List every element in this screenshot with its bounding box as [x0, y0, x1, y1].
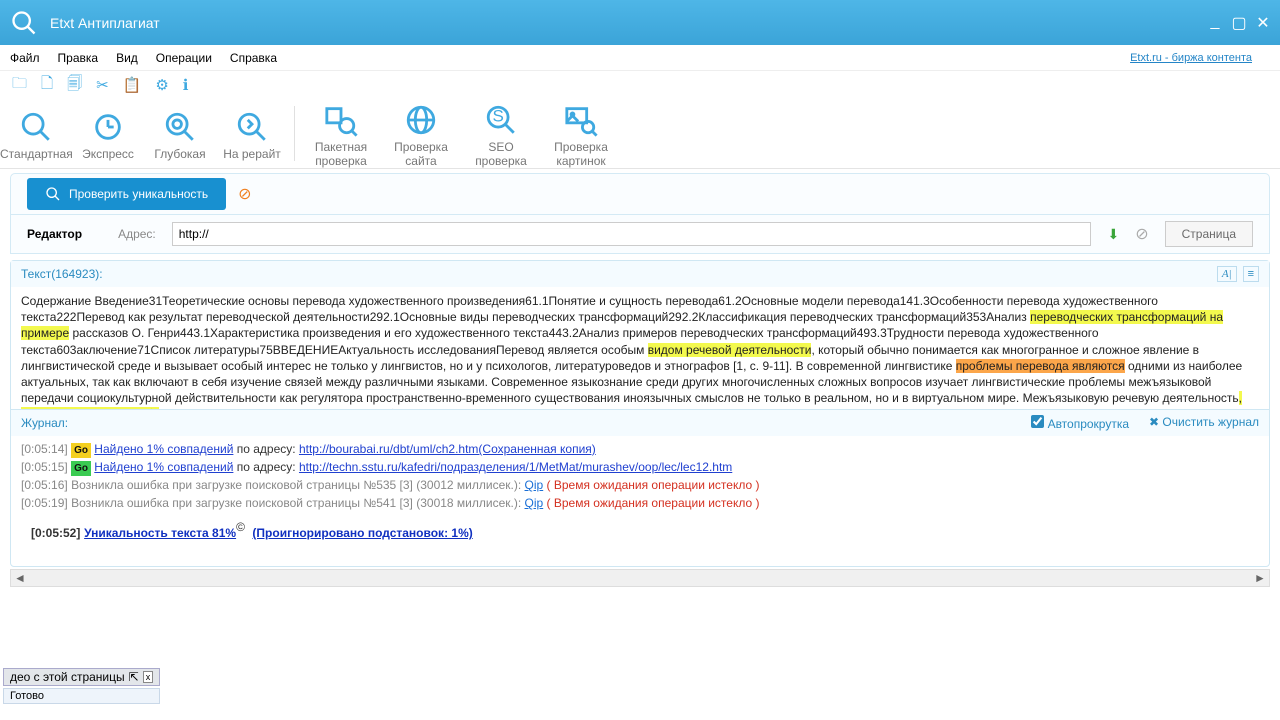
- log-row: [0:05:14] Go Найдено 1% совпадений по ад…: [21, 440, 1259, 458]
- new-icon[interactable]: 🗋: [41, 73, 53, 98]
- cut-icon[interactable]: ✂: [96, 76, 109, 94]
- main-toolbar: Стандартная Экспресс Глубокая На рерайт …: [0, 99, 1280, 169]
- url-link[interactable]: http://bourabai.ru/dbt/uml/ch2.htm(Сохра…: [299, 442, 596, 456]
- minimize-btn[interactable]: _: [1206, 13, 1224, 33]
- info-icon[interactable]: ℹ: [183, 76, 189, 94]
- menu-bar: Файл Правка Вид Операции Справка Etxt.ru…: [0, 45, 1280, 71]
- text-header: Текст(164923):: [21, 267, 103, 281]
- menu-view[interactable]: Вид: [116, 51, 138, 65]
- menu-file[interactable]: Файл: [10, 51, 40, 65]
- close-btn[interactable]: ✕: [1254, 13, 1272, 33]
- uniqueness-result[interactable]: Уникальность текста 81%: [84, 526, 236, 540]
- scroll-left-icon[interactable]: ◄: [11, 571, 29, 585]
- match-link[interactable]: Найдено 1% совпадений: [94, 442, 233, 456]
- qip-link[interactable]: Qip: [525, 496, 544, 510]
- align-icon[interactable]: ≡: [1243, 266, 1259, 282]
- settings-icon[interactable]: ⚙: [155, 76, 168, 94]
- log-row: [0:05:16] Возникла ошибка при загрузке п…: [21, 476, 1259, 494]
- autoscroll-toggle[interactable]: Автопрокрутка: [1031, 415, 1129, 431]
- window-title: Etxt Антиплагиат: [50, 15, 1206, 31]
- url-link[interactable]: http://techn.sstu.ru/kafedri/подразделен…: [299, 460, 732, 474]
- clear-icon[interactable]: ⊘: [1135, 224, 1148, 244]
- app-logo-icon: [8, 7, 40, 39]
- address-label: Адрес:: [118, 227, 156, 241]
- menu-help[interactable]: Справка: [230, 51, 277, 65]
- download-icon[interactable]: ⬇: [1107, 226, 1119, 243]
- font-icon[interactable]: A|: [1217, 266, 1237, 282]
- tag-close-icon[interactable]: x: [143, 671, 154, 683]
- log-row: [0:05:19] Возникла ошибка при загрузке п…: [21, 494, 1259, 512]
- check-site[interactable]: Проверкасайта: [381, 100, 461, 168]
- check-batch[interactable]: Пакетнаяпроверка: [301, 100, 381, 168]
- check-rewrite[interactable]: На рерайт: [216, 107, 288, 161]
- check-uniqueness-button[interactable]: Проверить уникальность: [27, 178, 226, 210]
- check-seo[interactable]: SSEOпроверка: [461, 100, 541, 168]
- paste-icon[interactable]: 📋: [123, 76, 142, 94]
- match-link[interactable]: Найдено 1% совпадений: [94, 460, 233, 474]
- copy-icon[interactable]: 🗐: [67, 73, 82, 98]
- ignored-link[interactable]: (Проигнорировано подстановок: 1%): [252, 526, 472, 540]
- journal-log: [0:05:14] Go Найдено 1% совпадений по ад…: [11, 436, 1269, 566]
- check-standard[interactable]: Стандартная: [0, 107, 72, 161]
- journal-header: Журнал: Автопрокрутка ✖ Очистить журнал: [11, 409, 1269, 436]
- editor-label: Редактор: [27, 227, 82, 241]
- qip-link[interactable]: Qip: [525, 478, 544, 492]
- text-content[interactable]: Содержание Введение31Теоретические основ…: [11, 287, 1269, 409]
- clear-journal[interactable]: ✖ Очистить журнал: [1149, 415, 1259, 431]
- mini-toolbar: 🗀 🗋 🗐 ✂ 📋 ⚙ ℹ: [0, 71, 1280, 99]
- address-bar: Редактор Адрес: ⬇ ⊘ Страница: [10, 215, 1270, 254]
- address-input[interactable]: [172, 222, 1092, 246]
- text-frame: Текст(164923): A| ≡ Содержание Введение3…: [10, 260, 1270, 567]
- check-images[interactable]: Проверкакартинок: [541, 100, 621, 168]
- result-row: [0:05:52] Уникальность текста 81%© (Прои…: [21, 512, 1259, 551]
- etxt-link[interactable]: Etxt.ru - биржа контента: [1130, 52, 1252, 64]
- page-tag[interactable]: део с этой страницы ⇱x: [3, 668, 160, 686]
- open-icon[interactable]: 🗀: [12, 73, 27, 98]
- tag-pin-icon[interactable]: ⇱: [129, 670, 139, 684]
- stop-icon[interactable]: ⊘: [238, 184, 251, 204]
- check-express[interactable]: Экспресс: [72, 107, 144, 161]
- maximize-btn[interactable]: ▢: [1230, 13, 1248, 33]
- menu-edit[interactable]: Правка: [58, 51, 99, 65]
- status-ready: Готово: [3, 688, 160, 704]
- h-scrollbar[interactable]: ◄ ►: [10, 569, 1270, 587]
- scroll-right-icon[interactable]: ►: [1251, 571, 1269, 585]
- log-row: [0:05:15] Go Найдено 1% совпадений по ад…: [21, 458, 1259, 476]
- action-bar: Проверить уникальность ⊘: [10, 173, 1270, 215]
- menu-ops[interactable]: Операции: [156, 51, 212, 65]
- page-button[interactable]: Страница: [1165, 221, 1253, 247]
- svg-text:S: S: [493, 106, 504, 125]
- title-bar: Etxt Антиплагиат _ ▢ ✕: [0, 0, 1280, 45]
- check-deep[interactable]: Глубокая: [144, 107, 216, 161]
